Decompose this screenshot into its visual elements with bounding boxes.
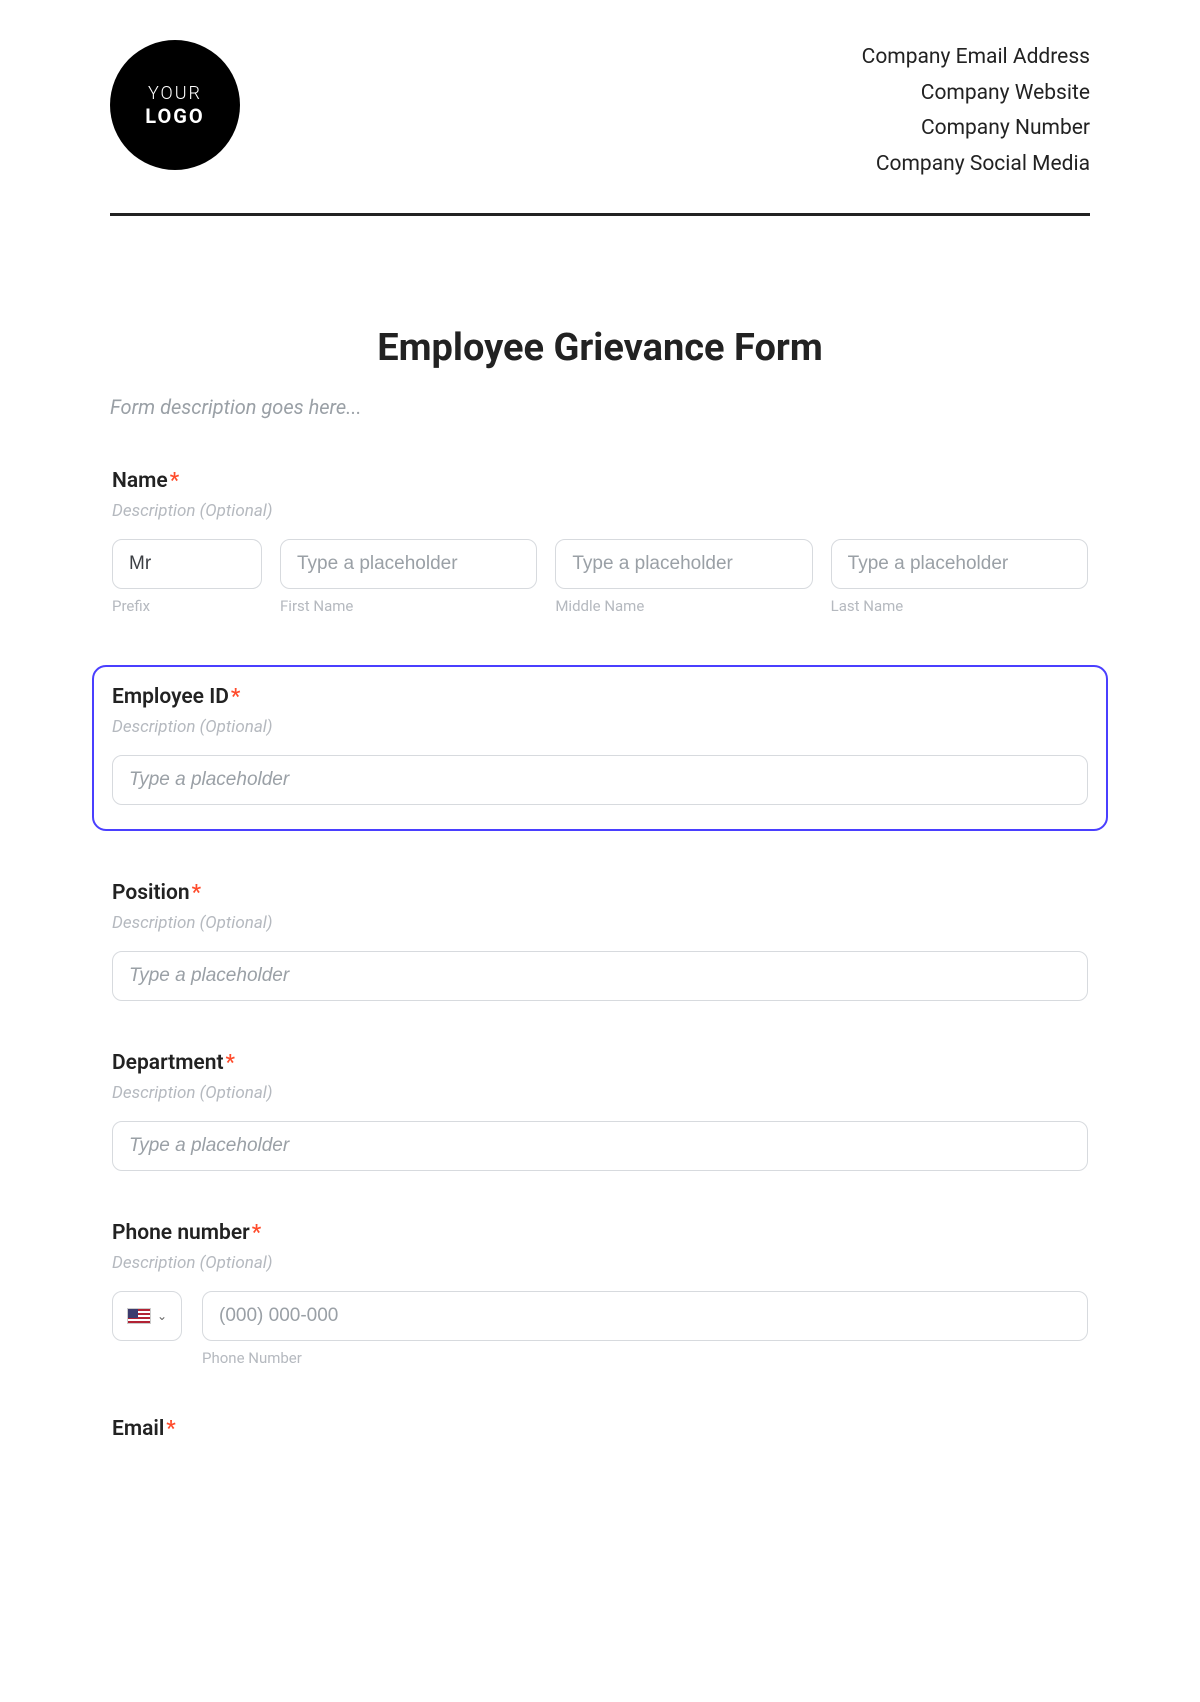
department-label: Department* bbox=[112, 1051, 1088, 1075]
logo-placeholder: YOUR LOGO bbox=[110, 40, 240, 170]
form-description[interactable]: Form description goes here... bbox=[110, 395, 1090, 419]
company-website: Company Website bbox=[862, 76, 1090, 112]
phone-sublabel: Phone Number bbox=[202, 1349, 1088, 1367]
field-phone: Phone number* Description (Optional) ⌄ P… bbox=[110, 1221, 1090, 1367]
last-name-sublabel: Last Name bbox=[831, 597, 1088, 615]
logo-text-line2: LOGO bbox=[145, 104, 204, 128]
phone-label: Phone number* bbox=[112, 1221, 1088, 1245]
first-name-input[interactable] bbox=[280, 539, 537, 589]
company-info-block: Company Email Address Company Website Co… bbox=[862, 40, 1090, 183]
document-header: YOUR LOGO Company Email Address Company … bbox=[110, 40, 1090, 216]
position-description[interactable]: Description (Optional) bbox=[112, 913, 1088, 933]
middle-name-input[interactable] bbox=[555, 539, 812, 589]
prefix-input[interactable] bbox=[112, 539, 262, 589]
name-label: Name* bbox=[112, 469, 1088, 493]
first-name-sublabel: First Name bbox=[280, 597, 537, 615]
phone-input[interactable] bbox=[202, 1291, 1088, 1341]
form-title: Employee Grievance Form bbox=[110, 326, 1090, 370]
position-input[interactable] bbox=[112, 951, 1088, 1001]
field-name: Name* Description (Optional) Prefix Firs… bbox=[110, 469, 1090, 615]
name-description[interactable]: Description (Optional) bbox=[112, 501, 1088, 521]
company-number: Company Number bbox=[862, 111, 1090, 147]
us-flag-icon bbox=[127, 1308, 151, 1324]
last-name-input[interactable] bbox=[831, 539, 1088, 589]
phone-description[interactable]: Description (Optional) bbox=[112, 1253, 1088, 1273]
employee-id-label: Employee ID* bbox=[112, 685, 1088, 709]
chevron-down-icon: ⌄ bbox=[157, 1309, 167, 1323]
email-label: Email* bbox=[112, 1417, 1088, 1441]
field-email: Email* bbox=[110, 1417, 1090, 1441]
field-department: Department* Description (Optional) bbox=[110, 1051, 1090, 1171]
field-position: Position* Description (Optional) bbox=[110, 881, 1090, 1001]
employee-id-input[interactable] bbox=[112, 755, 1088, 805]
country-code-select[interactable]: ⌄ bbox=[112, 1291, 182, 1341]
department-description[interactable]: Description (Optional) bbox=[112, 1083, 1088, 1103]
logo-text-line1: YOUR bbox=[148, 83, 202, 104]
department-input[interactable] bbox=[112, 1121, 1088, 1171]
field-employee-id[interactable]: Employee ID* Description (Optional) bbox=[92, 665, 1108, 831]
company-email: Company Email Address bbox=[862, 40, 1090, 76]
position-label: Position* bbox=[112, 881, 1088, 905]
prefix-sublabel: Prefix bbox=[112, 597, 262, 615]
employee-id-description[interactable]: Description (Optional) bbox=[112, 717, 1088, 737]
middle-name-sublabel: Middle Name bbox=[555, 597, 812, 615]
company-social: Company Social Media bbox=[862, 147, 1090, 183]
